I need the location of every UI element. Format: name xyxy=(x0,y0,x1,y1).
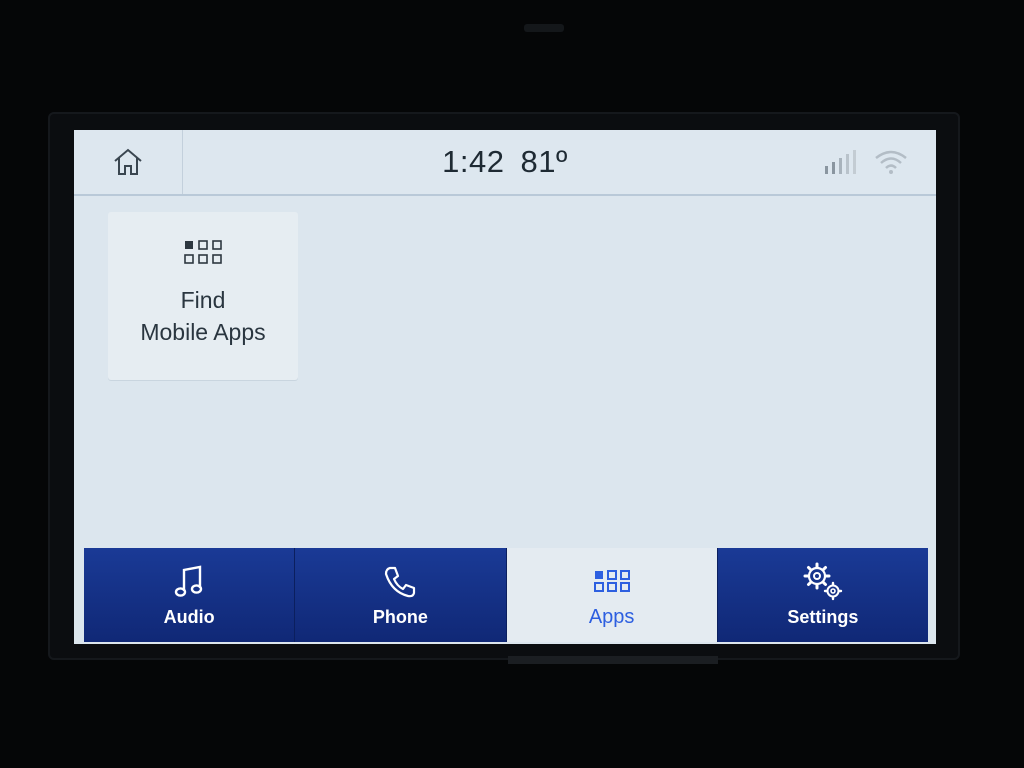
gears-icon xyxy=(803,562,843,600)
clock-time: 1:42 xyxy=(442,144,505,179)
apps-content: Find Mobile Apps xyxy=(74,196,936,548)
wifi-icon xyxy=(875,150,907,174)
tile-label: Find Mobile Apps xyxy=(140,287,266,345)
grid-icon xyxy=(184,240,222,264)
nav-phone[interactable]: Phone xyxy=(295,548,507,642)
nav-apps-label: Apps xyxy=(588,605,635,628)
grid-icon xyxy=(593,569,630,592)
camera-notch xyxy=(524,24,564,32)
nav-settings-label: Settings xyxy=(787,606,859,627)
nav-phone-label: Phone xyxy=(372,606,428,627)
status-bar: 1:42 81º xyxy=(74,130,936,196)
nav-audio[interactable]: Audio xyxy=(84,548,296,642)
bezel-shadow xyxy=(508,656,718,664)
bottom-nav: Audio Phone Apps Settings xyxy=(84,548,928,642)
outside-temperature: 81º xyxy=(520,144,568,179)
cellular-signal-icon xyxy=(825,150,856,174)
music-note-icon xyxy=(174,565,203,597)
phone-icon xyxy=(385,566,416,597)
infotainment-screen: 1:42 81º Find Mobile Apps Audio Phone Ap… xyxy=(74,130,936,644)
clock-temperature: 1:42 81º xyxy=(74,130,936,194)
find-mobile-apps-tile[interactable]: Find Mobile Apps xyxy=(108,212,298,380)
nav-settings[interactable]: Settings xyxy=(717,548,928,642)
nav-apps[interactable]: Apps xyxy=(506,548,718,642)
nav-audio-label: Audio xyxy=(163,606,215,627)
